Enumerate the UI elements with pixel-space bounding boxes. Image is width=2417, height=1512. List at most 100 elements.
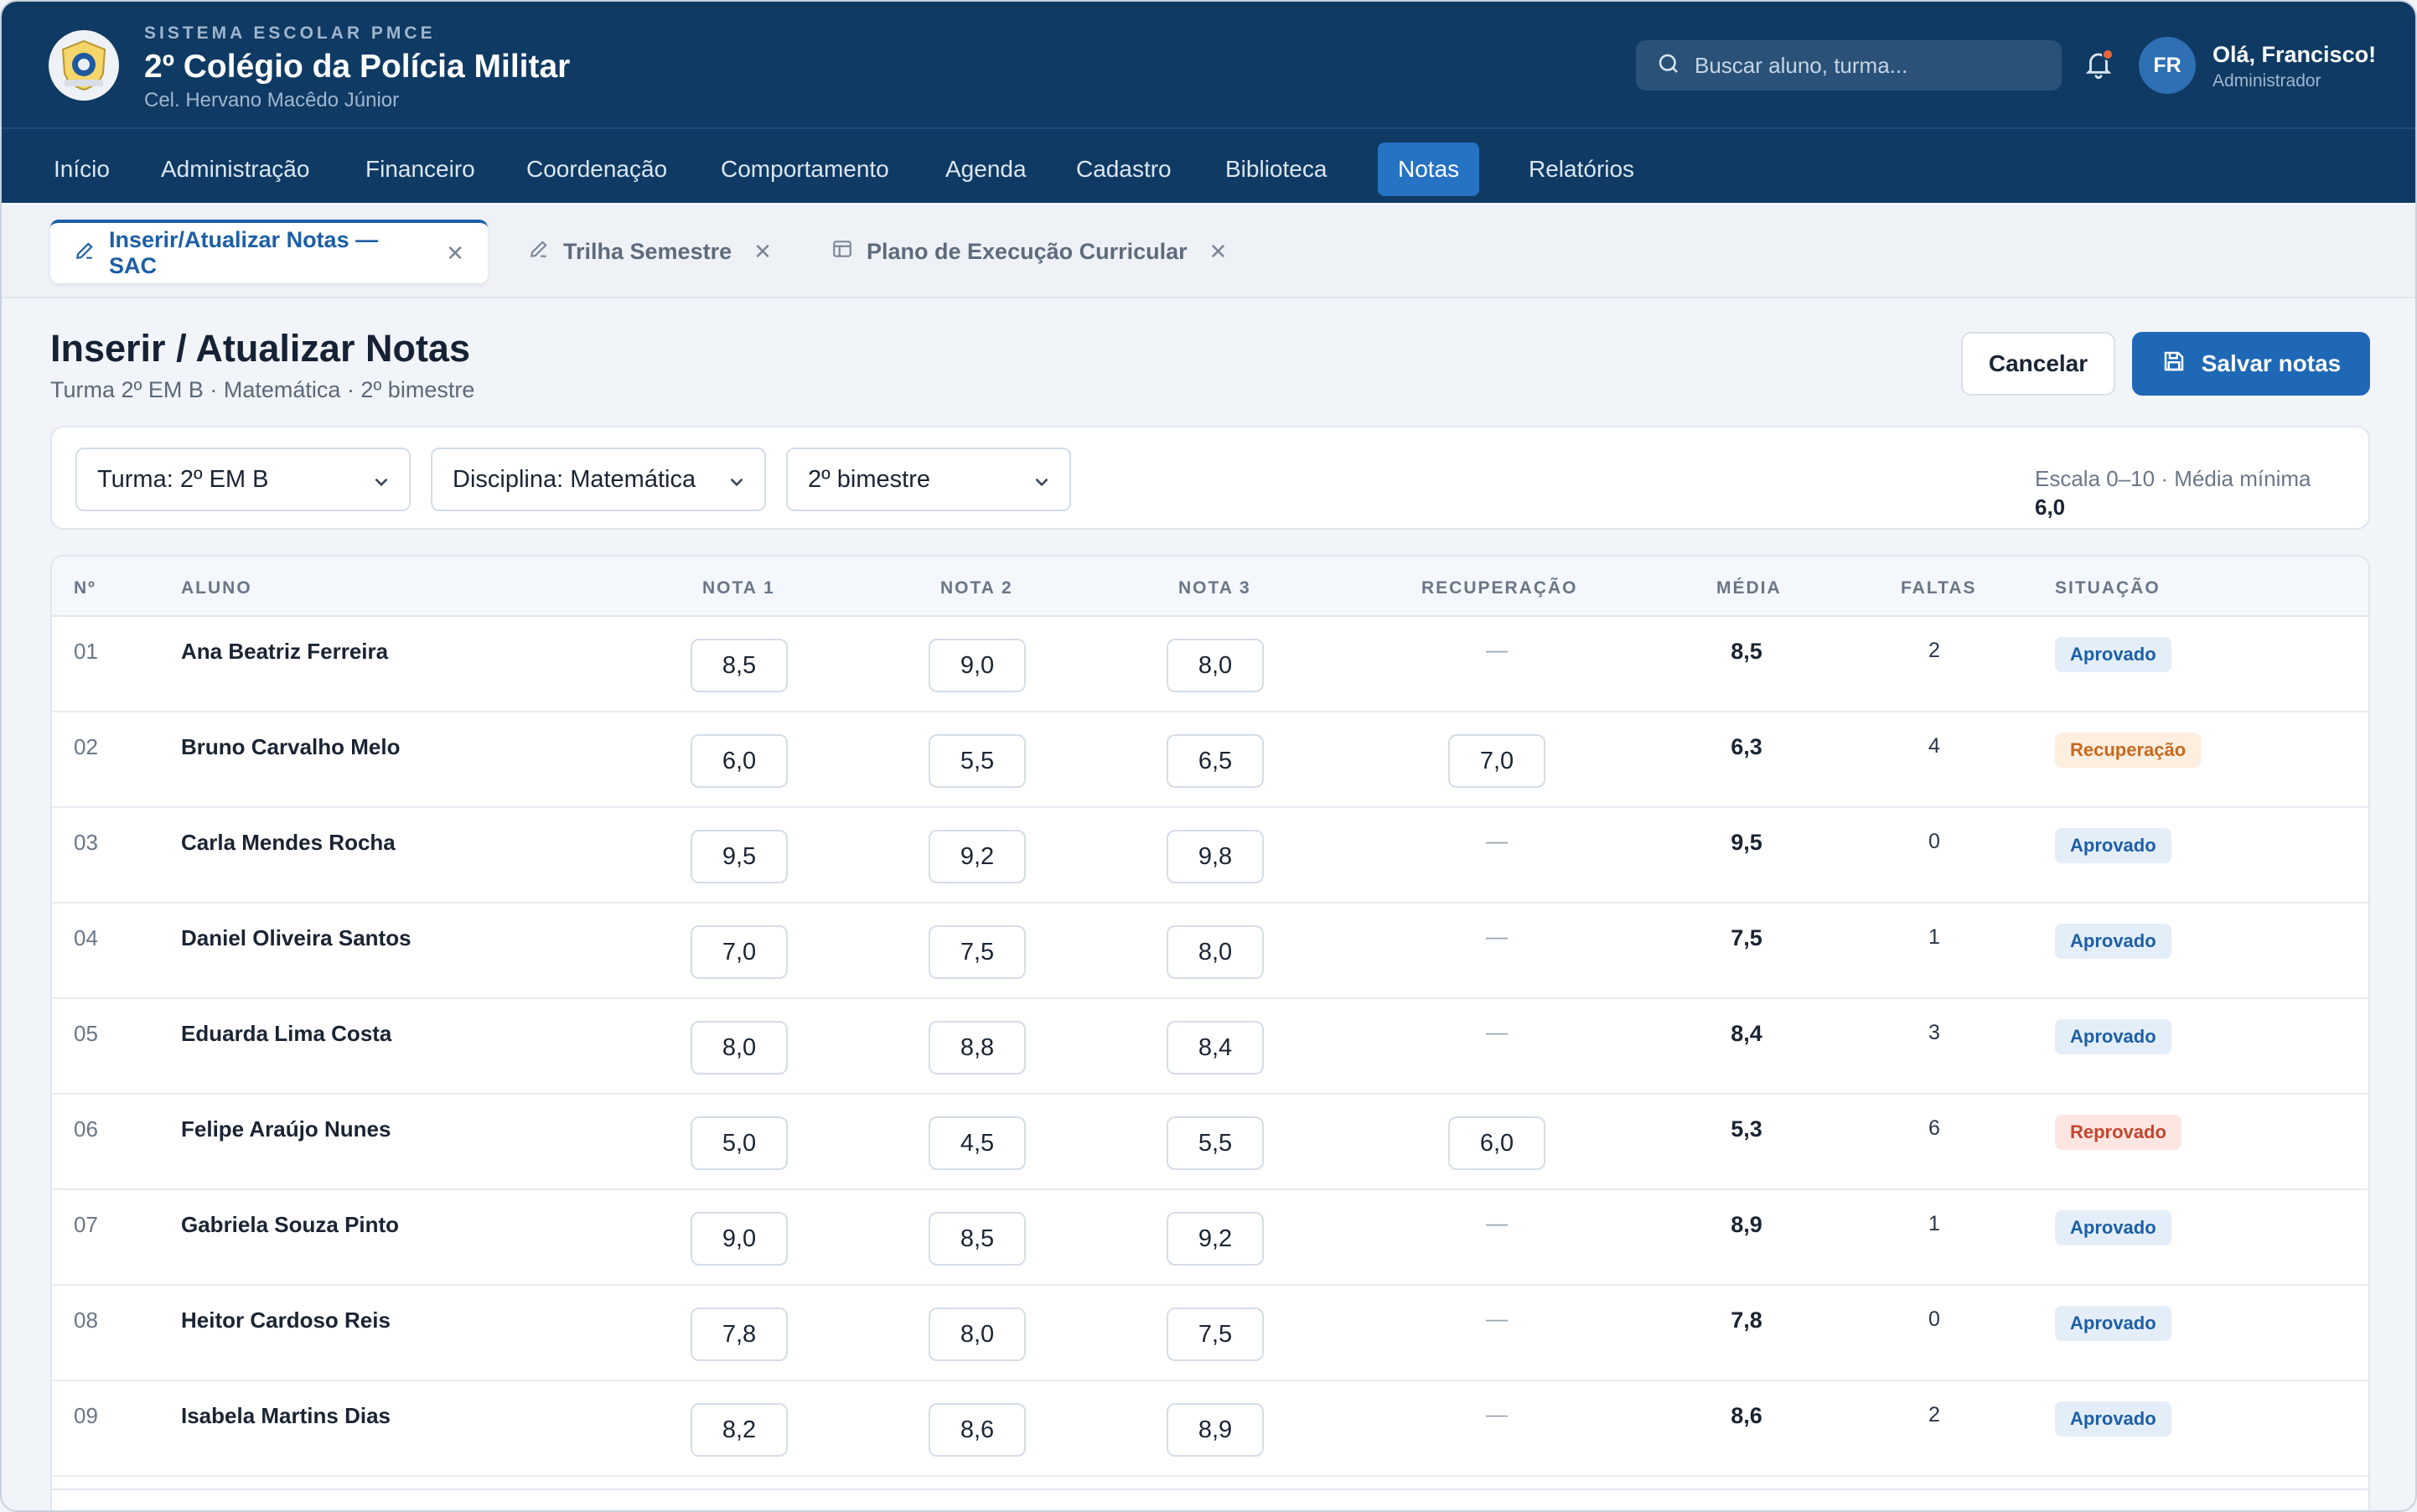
tab-trilha-semestre[interactable]: Trilha Semestre ✕ <box>505 220 795 283</box>
nav-item-biblioteca[interactable]: Biblioteca <box>1205 142 1347 196</box>
nota1-input[interactable] <box>691 1212 788 1266</box>
nota1-input[interactable] <box>691 1021 788 1074</box>
nota3-input[interactable] <box>1167 734 1264 788</box>
column-header-media: MÉDIA <box>1716 578 1782 598</box>
nota3-input[interactable] <box>1167 1116 1264 1170</box>
nota3-input[interactable] <box>1167 1403 1264 1457</box>
nav-item-financeiro[interactable]: Financeiro <box>345 142 495 196</box>
top-header: SISTEMA ESCOLAR PMCE 2º Colégio da Políc… <box>2 2 2415 129</box>
student-number: 08 <box>74 1307 98 1333</box>
tab-plano-execucao[interactable]: Plano de Execução Curricular ✕ <box>808 220 1250 283</box>
nota2-input[interactable] <box>929 1212 1026 1266</box>
recuperacao-input[interactable] <box>1448 1116 1545 1170</box>
close-icon[interactable]: ✕ <box>753 239 772 265</box>
student-average: 9,5 <box>1731 830 1762 855</box>
nota2-input[interactable] <box>929 830 1026 883</box>
search-input[interactable] <box>1695 52 2047 79</box>
nota2-input[interactable] <box>929 925 1026 979</box>
notification-dot <box>2102 49 2114 60</box>
column-header-nota3: NOTA 3 <box>1178 578 1251 598</box>
nav-item-agenda[interactable]: Agenda <box>925 142 1047 196</box>
save-button[interactable]: Salvar notas <box>2132 332 2370 396</box>
nota2-input[interactable] <box>929 1021 1026 1074</box>
student-average: 8,6 <box>1731 1403 1762 1428</box>
table-row: 05 Eduarda Lima Costa — 8,4 3 Aprovado <box>52 999 2368 1095</box>
nota2-input[interactable] <box>929 734 1026 788</box>
column-header-nota2: NOTA 2 <box>940 578 1013 598</box>
nota3-input[interactable] <box>1167 830 1264 883</box>
nav-item-cadastro[interactable]: Cadastro <box>1056 142 1192 196</box>
nota1-input[interactable] <box>691 1116 788 1170</box>
nota3-input[interactable] <box>1167 1021 1264 1074</box>
nota3-input[interactable] <box>1167 639 1264 692</box>
nav-item-administracao[interactable]: Administração <box>141 142 329 196</box>
column-header-aluno: ALUNO <box>181 578 252 598</box>
recuperacao-input[interactable] <box>1448 734 1545 788</box>
nota1-input[interactable] <box>691 1403 788 1457</box>
status-badge: Aprovado <box>2055 1019 2171 1054</box>
student-absences: 0 <box>1928 1307 1940 1331</box>
status-badge: Aprovado <box>2055 637 2171 672</box>
student-average: 8,5 <box>1731 639 1762 664</box>
student-name: Bruno Carvalho Melo <box>181 734 401 759</box>
student-number: 03 <box>74 830 98 855</box>
nav-item-coordenacao[interactable]: Coordenação <box>506 142 687 196</box>
close-icon[interactable]: ✕ <box>1209 239 1228 265</box>
avatar[interactable]: FR <box>2139 37 2196 94</box>
student-name: Carla Mendes Rocha <box>181 830 396 855</box>
nav-item-inicio[interactable]: Início <box>34 142 130 196</box>
nav-item-notas[interactable]: Notas <box>1378 142 1480 196</box>
nota3-input[interactable] <box>1167 1307 1264 1361</box>
nota2-input[interactable] <box>929 1403 1026 1457</box>
school-name: 2º Colégio da Polícia Militar <box>144 49 571 85</box>
table-row: 04 Daniel Oliveira Santos — 7,5 1 Aprovado <box>52 904 2368 999</box>
search-icon <box>1656 51 1681 80</box>
cancel-button[interactable]: Cancelar <box>1961 332 2115 396</box>
nota3-input[interactable] <box>1167 1212 1264 1266</box>
nav-item-comportamento[interactable]: Comportamento <box>701 142 909 196</box>
save-icon <box>2161 349 2187 380</box>
nota1-input[interactable] <box>691 1307 788 1361</box>
recuperacao-empty: — <box>1486 924 1508 949</box>
turma-select[interactable]: Turma: 2º EM B <box>75 448 411 511</box>
user-menu[interactable]: Olá, Francisco! Administrador <box>2213 42 2376 91</box>
tab-label: Plano de Execução Curricular <box>867 238 1188 264</box>
bimestre-select[interactable]: 2º bimestre <box>786 448 1071 511</box>
table-row: 07 Gabriela Souza Pinto — 8,9 1 Aprovado <box>52 1190 2368 1286</box>
column-header-recuperacao: RECUPERAÇÃO <box>1421 578 1578 598</box>
nota3-input[interactable] <box>1167 925 1264 979</box>
nav-item-relatorios[interactable]: Relatórios <box>1509 142 1654 196</box>
minimum-average-value: 6,0 <box>2035 495 2066 520</box>
tab-label: Inserir/Atualizar Notas — SAC <box>109 227 379 278</box>
nota2-input[interactable] <box>929 1307 1026 1361</box>
tab-inserir-notas[interactable]: Inserir/Atualizar Notas — SAC ✕ <box>50 220 488 283</box>
search-box[interactable] <box>1636 40 2062 91</box>
chevron-down-icon <box>1031 471 1053 500</box>
student-absences: 1 <box>1928 1212 1940 1235</box>
disciplina-select[interactable]: Disciplina: Matemática <box>431 448 766 511</box>
student-average: 8,9 <box>1731 1212 1762 1237</box>
nota2-input[interactable] <box>929 639 1026 692</box>
main-nav: Início Administração Financeiro Coordena… <box>2 129 2415 203</box>
nota2-input[interactable] <box>929 1116 1026 1170</box>
close-icon[interactable]: ✕ <box>446 241 464 267</box>
student-name: Ana Beatriz Ferreira <box>181 639 389 664</box>
student-number: 09 <box>74 1403 98 1428</box>
school-crest-logo <box>49 30 119 101</box>
nota1-input[interactable] <box>691 639 788 692</box>
nota1-input[interactable] <box>691 830 788 883</box>
pencil-icon <box>74 240 96 267</box>
student-number: 01 <box>74 639 98 664</box>
student-number: 07 <box>74 1212 98 1237</box>
status-badge: Aprovado <box>2055 1210 2171 1245</box>
disciplina-select-value: Disciplina: Matemática <box>453 465 696 493</box>
student-average: 7,8 <box>1731 1307 1762 1333</box>
recuperacao-empty: — <box>1486 637 1508 662</box>
nota1-input[interactable] <box>691 734 788 788</box>
notifications-button[interactable] <box>2078 45 2119 85</box>
student-name: Daniel Oliveira Santos <box>181 925 411 950</box>
table-row: 02 Bruno Carvalho Melo 6,3 4 Recuperação <box>52 712 2368 808</box>
brand: SISTEMA ESCOLAR PMCE 2º Colégio da Políc… <box>144 23 570 112</box>
table-header: Nº ALUNO NOTA 1 NOTA 2 NOTA 3 RECUPERAÇÃ… <box>52 557 2368 617</box>
nota1-input[interactable] <box>691 925 788 979</box>
